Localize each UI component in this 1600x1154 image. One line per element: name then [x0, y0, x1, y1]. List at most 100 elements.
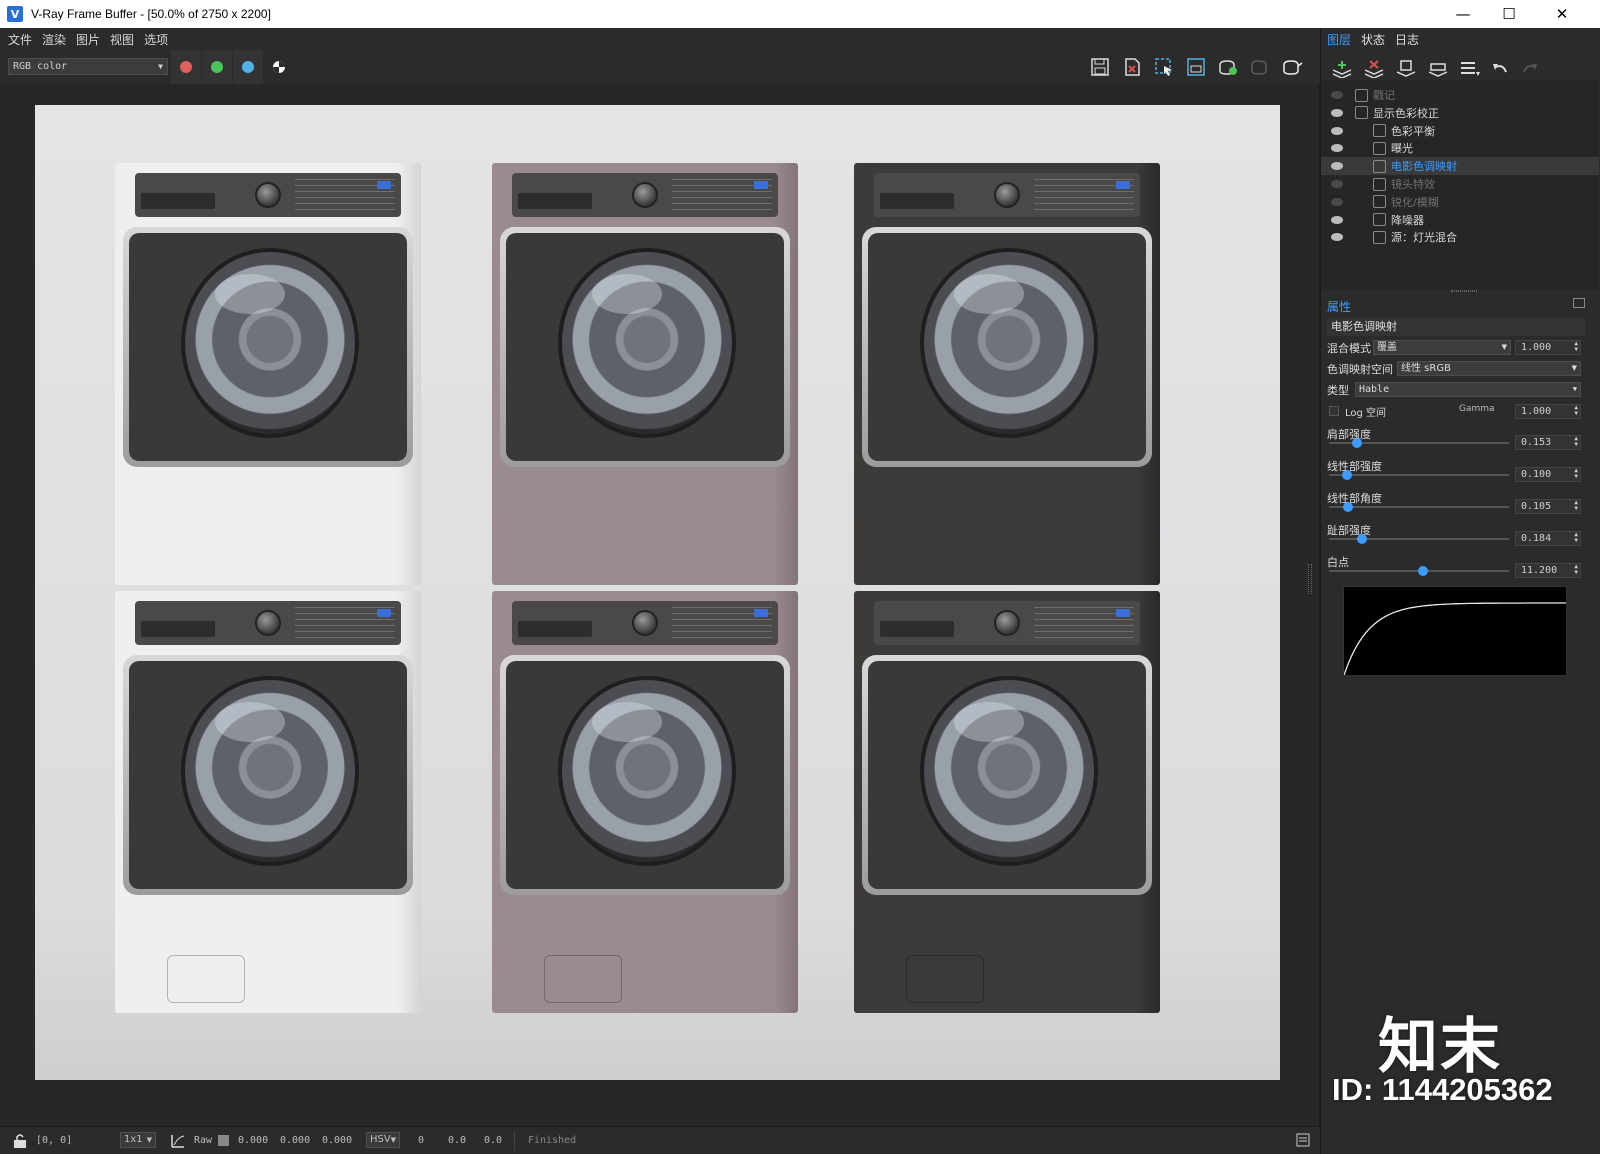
layer-row[interactable]: 降噪器 [1321, 211, 1599, 229]
tab-layers[interactable]: 图层 [1327, 31, 1351, 48]
eye-icon[interactable] [1331, 233, 1343, 242]
slider-value[interactable]: 0.153 ▲ ▼ [1515, 435, 1581, 450]
log-space-label: Log 空间 [1345, 408, 1387, 419]
color-mode-select[interactable]: HSV ▼ [366, 1132, 400, 1148]
toggle-panel-icon[interactable] [1296, 1133, 1310, 1147]
layer-row[interactable]: 显示色彩校正 [1321, 104, 1599, 122]
undo-button[interactable] [1487, 58, 1513, 80]
menu-file[interactable]: 文件 [8, 31, 32, 48]
slider-track[interactable] [1329, 470, 1509, 480]
layer-row[interactable]: 源：灯光混合 [1321, 228, 1599, 246]
layer-row[interactable]: 戳记 [1321, 86, 1599, 104]
red-channel-button[interactable] [171, 50, 201, 84]
region-render-button[interactable] [1152, 56, 1176, 78]
render-viewport[interactable] [0, 84, 1320, 1126]
slider-thumb[interactable] [1351, 438, 1362, 448]
layer-row[interactable]: 电影色调映射 [1321, 157, 1599, 176]
spinner-arrows-icon[interactable]: ▲ ▼ [1574, 436, 1578, 448]
layer-row[interactable]: 曝光 [1321, 139, 1599, 157]
cursor-coords: [0, 0] [36, 1135, 73, 1146]
splitter-handle[interactable] [1451, 290, 1477, 292]
layer-label: 曝光 [1391, 142, 1413, 156]
slider-track[interactable] [1329, 502, 1509, 512]
door [123, 227, 413, 467]
menu-view[interactable]: 视图 [110, 31, 134, 48]
slider-value[interactable]: 0.105 ▲ ▼ [1515, 499, 1581, 514]
close-button[interactable]: ✕ [1532, 0, 1592, 28]
eye-icon[interactable] [1331, 126, 1343, 135]
spinner-arrows-icon[interactable]: ▲ ▼ [1574, 341, 1578, 353]
menu-image[interactable]: 图片 [76, 31, 100, 48]
layer-name-field[interactable]: 电影色调映射 [1327, 318, 1585, 336]
log-space-checkbox[interactable] [1329, 406, 1339, 416]
render-teapot-disabled-button[interactable] [1248, 56, 1272, 78]
spinner-arrows-icon[interactable]: ▲ ▼ [1574, 500, 1578, 512]
tab-stats[interactable]: 状态 [1361, 31, 1385, 48]
channel-select[interactable]: RGB color ▼ [8, 58, 168, 75]
slider-value[interactable]: 0.184 ▲ ▼ [1515, 531, 1581, 546]
spinner-arrows-icon[interactable]: ▲ ▼ [1574, 405, 1578, 417]
panel-options-icon[interactable] [1573, 298, 1585, 308]
type-select[interactable]: Hable ▼ [1355, 382, 1581, 397]
panel-splitter-handle[interactable] [1308, 564, 1312, 594]
save-layers-button[interactable] [1393, 58, 1419, 80]
menu-render[interactable]: 渲染 [42, 31, 66, 48]
eye-icon[interactable] [1331, 91, 1343, 99]
menu-options[interactable]: 选项 [144, 31, 168, 48]
zoom-select[interactable]: 1x1 ▼ [120, 1132, 156, 1148]
eye-icon[interactable] [1331, 144, 1343, 153]
spinner-arrows-icon[interactable]: ▲ ▼ [1574, 532, 1578, 544]
blend-mode-select[interactable]: 覆盖 ▼ [1373, 340, 1511, 355]
raw-value-r: 0.000 [238, 1135, 269, 1146]
eye-icon[interactable] [1331, 197, 1343, 206]
menu-bar: 文件 渲染 图片 视图 选项 [0, 28, 1320, 50]
blue-channel-button[interactable] [233, 50, 263, 84]
spinner-arrows-icon[interactable]: ▲ ▼ [1574, 564, 1578, 576]
clear-image-button[interactable] [1120, 56, 1144, 78]
green-channel-button[interactable] [202, 50, 232, 84]
maximize-button[interactable]: ☐ [1486, 0, 1532, 28]
tab-log[interactable]: 日志 [1395, 31, 1419, 48]
slider-thumb[interactable] [1342, 470, 1352, 480]
delete-layer-button[interactable] [1361, 58, 1387, 80]
tonemap-space-select[interactable]: 线性 sRGB ▼ [1397, 361, 1581, 376]
slider-track[interactable] [1329, 566, 1509, 576]
layer-type-icon [1373, 230, 1386, 244]
track-mouse-button[interactable] [1184, 56, 1208, 78]
lock-cursor-icon[interactable] [12, 1133, 28, 1149]
slider-thumb[interactable] [1342, 502, 1353, 512]
layer-row[interactable]: 色彩平衡 [1321, 122, 1599, 140]
save-image-button[interactable] [1088, 56, 1112, 78]
chevron-down-icon: ▼ [1572, 385, 1577, 393]
detergent-drawer [141, 621, 215, 637]
slider-track[interactable] [1329, 438, 1509, 448]
blend-amount-spinner[interactable]: 1.000 ▲ ▼ [1515, 340, 1581, 355]
gamma-spinner[interactable]: 1.000 ▲ ▼ [1515, 404, 1581, 419]
slider-thumb[interactable] [1357, 534, 1368, 544]
slider-value[interactable]: 11.200 ▲ ▼ [1515, 563, 1581, 578]
render-teapot-button[interactable] [1280, 56, 1304, 78]
spinner-arrows-icon[interactable]: ▲ ▼ [1574, 468, 1578, 480]
tonemap-space-label: 色调映射空间 [1327, 363, 1393, 376]
color-picker-icon[interactable] [170, 1133, 186, 1149]
red-channel-icon [180, 61, 192, 73]
layer-row[interactable]: 镜头特效 [1321, 175, 1599, 193]
layer-label: 锐化/模糊 [1391, 195, 1439, 209]
slider-track[interactable] [1329, 534, 1509, 544]
eye-icon[interactable] [1331, 180, 1343, 188]
minimize-button[interactable]: — [1440, 0, 1486, 28]
layers-panel: 图层 状态 日志 戳记 显示色彩校正 色彩平衡 曝光 电影色调映射 镜头特效 锐化/模糊 降噪… [1320, 28, 1600, 1154]
layer-list-button[interactable] [1457, 58, 1483, 80]
slider-value[interactable]: 0.100 ▲ ▼ [1515, 467, 1581, 482]
redo-button[interactable] [1517, 58, 1543, 80]
render-interactive-button[interactable] [1216, 56, 1240, 78]
eye-icon[interactable] [1331, 215, 1343, 224]
layer-row[interactable]: 锐化/模糊 [1321, 193, 1599, 211]
eye-icon[interactable] [1331, 108, 1343, 117]
load-layers-button[interactable] [1425, 58, 1451, 80]
washer [492, 591, 798, 1013]
alpha-channel-button[interactable] [264, 50, 294, 84]
eye-icon[interactable] [1331, 162, 1343, 171]
slider-thumb[interactable] [1417, 566, 1428, 576]
add-layer-button[interactable] [1329, 58, 1355, 80]
